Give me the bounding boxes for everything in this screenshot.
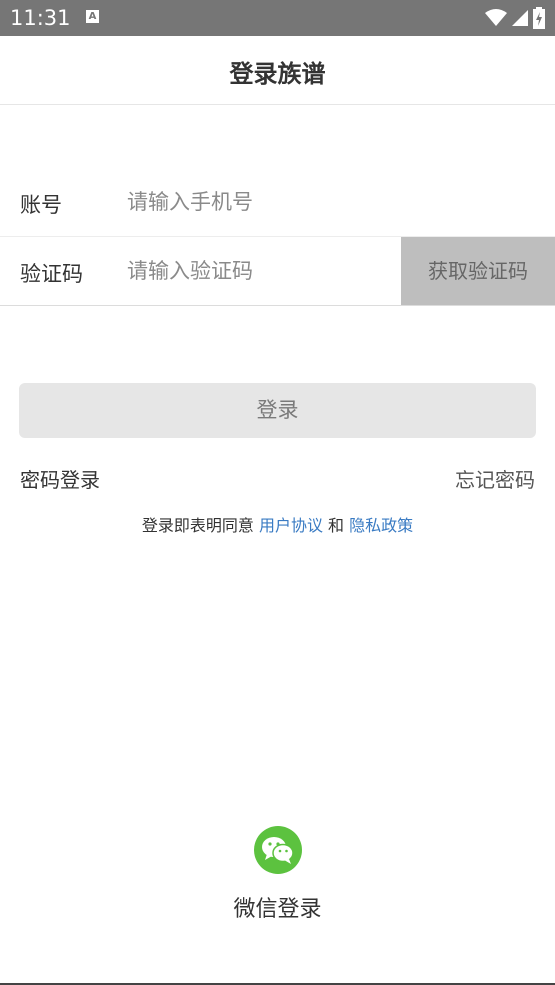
battery-icon <box>533 7 545 29</box>
status-time: 11:31 <box>10 6 71 30</box>
header: 登录族谱 <box>0 36 555 105</box>
wechat-icon[interactable] <box>254 826 302 874</box>
wechat-login-label[interactable]: 微信登录 <box>0 891 555 923</box>
page-title: 登录族谱 <box>229 60 326 88</box>
password-login-link[interactable]: 密码登录 <box>20 464 100 493</box>
login-button[interactable]: 登录 <box>19 383 536 438</box>
code-label: 验证码 <box>20 262 83 286</box>
status-bar: 11:31 A <box>0 0 555 36</box>
privacy-policy-link[interactable]: 隐私政策 <box>349 516 413 535</box>
notification-icon: A <box>86 10 99 23</box>
verification-code-input[interactable] <box>127 253 397 289</box>
account-row: 账号 <box>0 168 555 237</box>
signal-icon <box>512 10 528 26</box>
get-code-button[interactable]: 获取验证码 <box>401 237 555 305</box>
wifi-icon <box>485 9 507 26</box>
code-row: 验证码 获取验证码 <box>0 237 555 306</box>
agreement-prefix: 登录即表明同意 <box>141 516 259 535</box>
account-label: 账号 <box>20 193 62 217</box>
agreement-text: 登录即表明同意 用户协议 和 隐私政策 <box>0 512 555 536</box>
agreement-and: 和 <box>322 516 350 535</box>
user-agreement-link[interactable]: 用户协议 <box>259 516 323 535</box>
forgot-password-link[interactable]: 忘记密码 <box>455 464 535 493</box>
status-icons <box>485 6 545 30</box>
phone-input[interactable] <box>127 184 397 220</box>
